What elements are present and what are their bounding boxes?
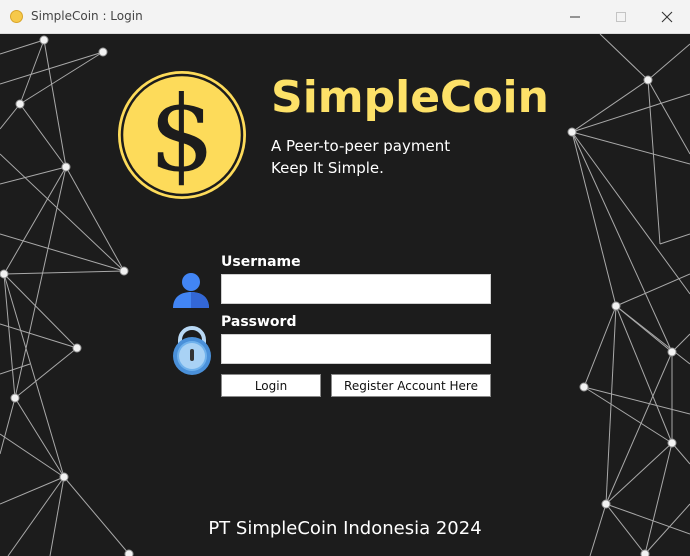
tagline: A Peer-to-peer payment Keep It Simple. bbox=[271, 135, 450, 179]
password-label: Password bbox=[221, 314, 297, 330]
login-button[interactable]: Login bbox=[221, 374, 321, 397]
register-button[interactable]: Register Account Here bbox=[331, 374, 491, 397]
lock-icon bbox=[173, 326, 211, 375]
close-button[interactable] bbox=[644, 0, 690, 34]
client-area: $ SimpleCoin A Peer-to-peer payment Keep… bbox=[0, 34, 690, 556]
minimize-icon bbox=[570, 16, 580, 18]
maximize-icon bbox=[616, 12, 626, 22]
coin-icon bbox=[10, 10, 23, 23]
title-bar[interactable]: SimpleCoin : Login bbox=[0, 0, 690, 34]
footer-text: PT SimpleCoin Indonesia 2024 bbox=[208, 518, 482, 539]
dollar-symbol: $ bbox=[149, 73, 215, 195]
username-label: Username bbox=[221, 254, 301, 270]
user-icon bbox=[173, 273, 209, 308]
simplecoin-logo: $ bbox=[118, 71, 246, 199]
password-field[interactable] bbox=[221, 334, 491, 364]
brand-name: SimpleCoin bbox=[271, 72, 549, 123]
maximize-button[interactable] bbox=[598, 0, 644, 34]
tagline-line-1: A Peer-to-peer payment bbox=[271, 137, 451, 155]
login-window: SimpleCoin : Login $ SimpleCoin A Peer-t… bbox=[0, 0, 690, 556]
username-field[interactable] bbox=[221, 274, 491, 304]
window-title: SimpleCoin : Login bbox=[31, 9, 143, 23]
tagline-line-2: Keep It Simple. bbox=[271, 159, 384, 177]
close-icon bbox=[661, 11, 673, 23]
minimize-button[interactable] bbox=[552, 0, 598, 34]
